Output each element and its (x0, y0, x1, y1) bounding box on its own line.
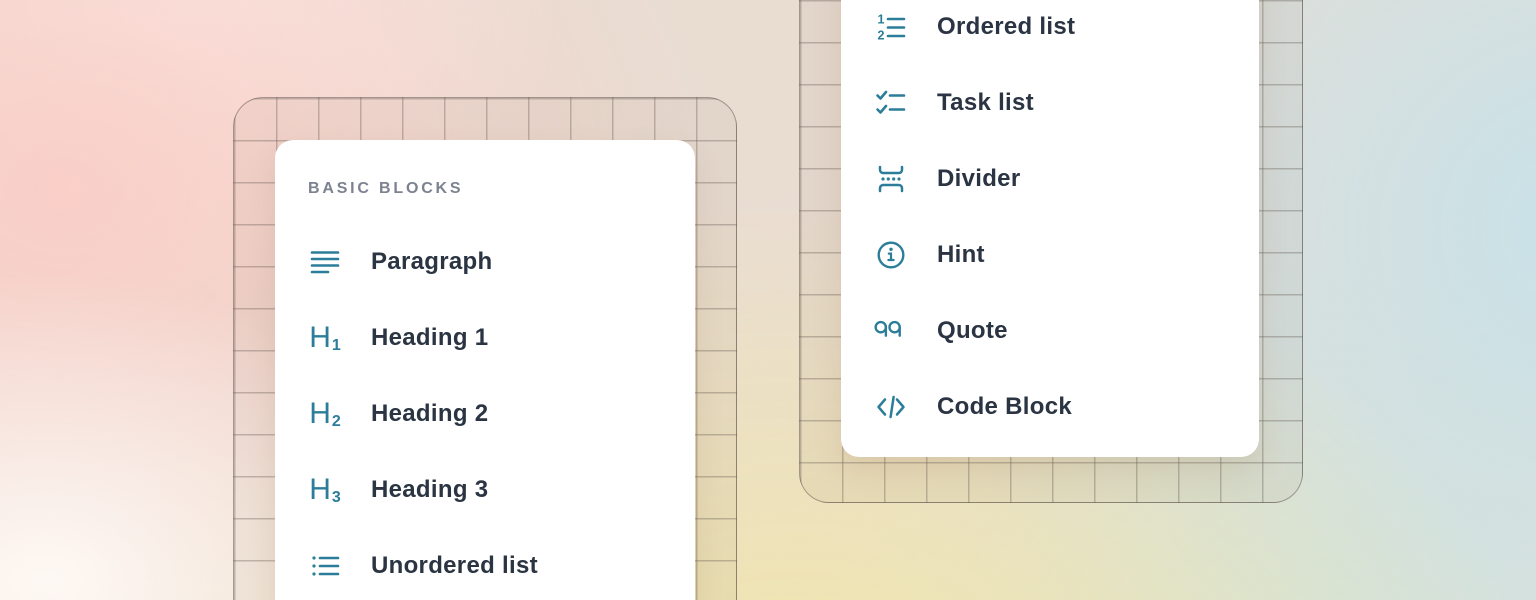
menu-item-heading-1[interactable]: H1 Heading 1 (275, 300, 695, 376)
block-menu-panel-lists: 1 2 Ordered list Task list (841, 0, 1259, 457)
heading-2-icon: H2 (307, 396, 343, 432)
menu-item-quote[interactable]: Quote (841, 293, 1259, 369)
menu-item-label: Heading 1 (371, 324, 488, 352)
heading-icon-letter: H (309, 475, 331, 505)
heading-icon-digit: 1 (332, 338, 341, 354)
heading-icon-letter: H (309, 323, 331, 353)
menu-item-list: 1 2 Ordered list Task list (841, 0, 1259, 445)
divider-icon (873, 161, 909, 197)
ordered-list-digit-1: 1 (878, 13, 885, 27)
block-menu-panel-basic: BASIC BLOCKS Paragraph H1 Heading 1 H2 H… (275, 140, 695, 600)
menu-item-label: Heading 2 (371, 400, 488, 428)
heading-icon-digit: 3 (332, 490, 341, 506)
quote-icon (873, 313, 909, 349)
menu-item-label: Quote (937, 317, 1008, 345)
ordered-list-icon: 1 2 (873, 9, 909, 45)
menu-item-label: Divider (937, 165, 1020, 193)
menu-item-label: Task list (937, 89, 1034, 117)
menu-item-heading-3[interactable]: H3 Heading 3 (275, 452, 695, 528)
menu-item-heading-2[interactable]: H2 Heading 2 (275, 376, 695, 452)
page-background: { "colors": { "accent": "#2b7d99", "item… (0, 0, 1536, 600)
menu-item-unordered-list[interactable]: Unordered list (275, 528, 695, 600)
menu-item-label: Ordered list (937, 13, 1075, 41)
unordered-list-icon (307, 548, 343, 584)
heading-icon-digit: 2 (332, 414, 341, 430)
menu-item-divider[interactable]: Divider (841, 141, 1259, 217)
ordered-list-digit-2: 2 (878, 29, 885, 43)
code-block-icon (873, 389, 909, 425)
menu-item-label: Unordered list (371, 552, 538, 580)
section-header-basic-blocks: BASIC BLOCKS (308, 180, 695, 198)
task-list-icon (873, 85, 909, 121)
heading-1-icon: H1 (307, 320, 343, 356)
paragraph-icon (307, 244, 343, 280)
menu-item-hint[interactable]: Hint (841, 217, 1259, 293)
menu-item-ordered-list[interactable]: 1 2 Ordered list (841, 0, 1259, 65)
heading-icon-letter: H (309, 399, 331, 429)
menu-item-paragraph[interactable]: Paragraph (275, 224, 695, 300)
heading-3-icon: H3 (307, 472, 343, 508)
menu-item-list: Paragraph H1 Heading 1 H2 Heading 2 H3 H… (275, 224, 695, 600)
menu-item-label: Heading 3 (371, 476, 488, 504)
menu-item-code-block[interactable]: Code Block (841, 369, 1259, 445)
menu-item-task-list[interactable]: Task list (841, 65, 1259, 141)
menu-item-label: Hint (937, 241, 985, 269)
menu-item-label: Code Block (937, 393, 1072, 421)
menu-item-label: Paragraph (371, 248, 492, 276)
hint-icon (873, 237, 909, 273)
